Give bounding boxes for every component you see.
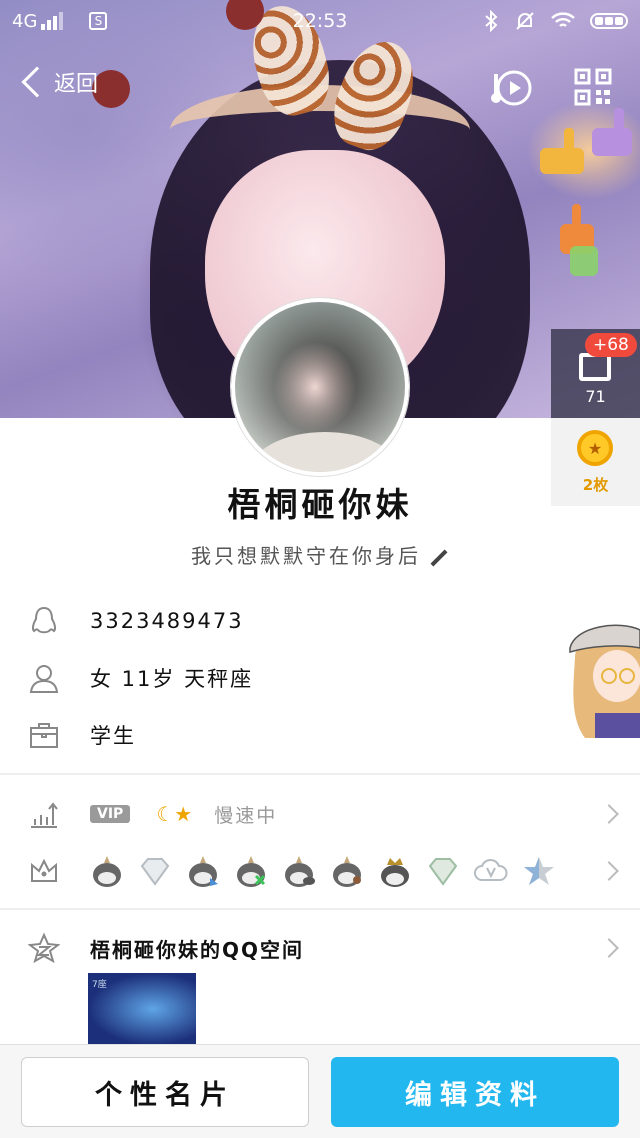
speed-status: 慢速中 <box>214 804 278 827</box>
occupation: 学生 <box>90 724 136 748</box>
penguin-badge-icon <box>237 856 266 887</box>
qzone-star-icon <box>28 932 60 964</box>
crown-icon <box>31 858 57 882</box>
penguin-icon <box>31 606 57 634</box>
qq-number: 3323489473 <box>90 609 244 633</box>
nickname: 梧桐砸你妹 <box>227 485 413 524</box>
chevron-left-icon <box>21 66 53 98</box>
status-bar: 4G S 22:53 <box>0 0 640 42</box>
signature[interactable]: 我只想默默守在你身后 <box>0 540 640 569</box>
music-note-play-icon[interactable] <box>488 66 532 110</box>
star-medal-icon: ★ <box>577 430 613 466</box>
likes-total: 71 <box>585 387 606 406</box>
green-diamond-badge-icon <box>428 858 458 886</box>
bottom-action-bar: 个性名片 编辑资料 <box>0 1044 640 1138</box>
avatar-shoulder <box>250 432 400 472</box>
crowned-penguin-badge-icon <box>381 858 409 887</box>
chevron-right-icon <box>599 804 619 824</box>
like-phone-icon <box>579 353 611 381</box>
edit-pen-icon <box>430 549 448 566</box>
moon-icon: ☾ <box>156 802 175 826</box>
penguin-badge-icon <box>93 856 121 887</box>
signature-text: 我只想默默守在你身后 <box>191 544 421 568</box>
cloud-v-badge-icon <box>474 859 508 881</box>
qzone-row[interactable]: 梧桐砸你妹的QQ空间 <box>0 918 640 978</box>
occupation-row: 学生 <box>0 707 560 763</box>
star-badge-icon <box>524 857 554 885</box>
penguin-badge-icon <box>285 856 315 887</box>
personal-info-row: 女 11岁 天秤座 <box>0 650 560 706</box>
qzone-title: 梧桐砸你妹的QQ空间 <box>90 937 305 962</box>
vip-badge: VIP <box>90 805 131 823</box>
floating-thumbs-up-icon <box>540 108 632 276</box>
divider <box>0 773 640 775</box>
clock: 22:53 <box>292 10 348 32</box>
penguin-badge-icon <box>189 856 218 887</box>
avatar[interactable] <box>231 298 409 476</box>
person-icon <box>29 665 59 693</box>
divider <box>0 908 640 910</box>
personal-info: 女 11岁 天秤座 <box>90 667 254 691</box>
badges-row[interactable] <box>0 841 640 901</box>
edit-profile-button[interactable]: 编辑资料 <box>331 1057 619 1127</box>
diamond-badge-icon <box>140 858 170 886</box>
personal-card-button[interactable]: 个性名片 <box>21 1057 309 1127</box>
qzone-photo-thumbnail[interactable]: 7座 <box>88 973 196 1045</box>
star-icon: ★ <box>174 802 193 826</box>
likes-counter[interactable]: +68 71 <box>551 329 640 418</box>
cartoon-girl-sticker[interactable] <box>565 618 640 738</box>
back-button[interactable]: 返回 <box>18 66 98 98</box>
qq-number-row: 3323489473 <box>0 593 560 649</box>
qzone-thumb-caption: 7座 <box>92 980 107 990</box>
chevron-right-icon <box>599 938 619 958</box>
new-likes-badge: +68 <box>585 333 637 357</box>
privilege-badges <box>90 854 556 888</box>
briefcase-icon <box>30 723 58 748</box>
chevron-right-icon <box>599 861 619 881</box>
level-chart-icon <box>31 802 58 828</box>
level-row[interactable]: VIP ☾ ★ 慢速中 <box>0 784 640 844</box>
back-label: 返回 <box>54 72 99 97</box>
penguin-badge-icon <box>333 856 361 887</box>
